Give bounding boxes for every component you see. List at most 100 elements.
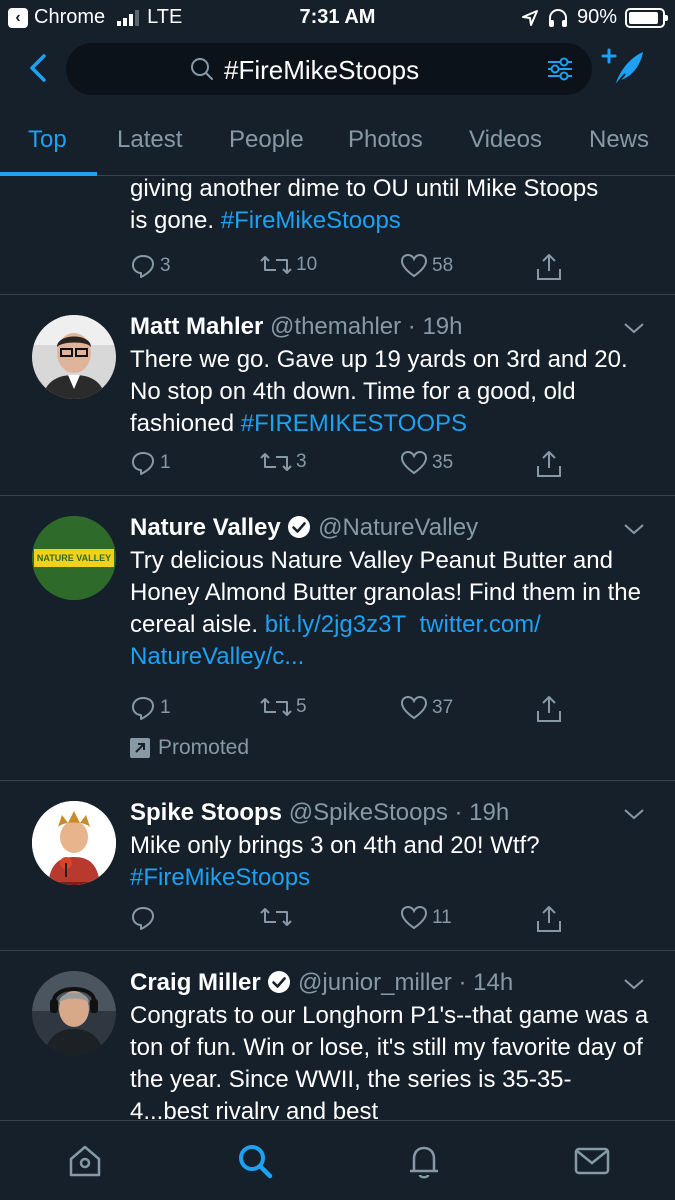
reply-icon — [132, 907, 154, 930]
back-arrow-icon[interactable] — [22, 50, 58, 86]
tweet-header: Matt Mahler @themahler · 19h — [130, 313, 463, 340]
hashtag-link[interactable]: #FireMikeStoops — [130, 864, 310, 891]
messages-envelope-icon[interactable] — [572, 1141, 612, 1181]
tweet-card[interactable]: Spike Stoops @SpikeStoops · 19h Mike onl… — [0, 781, 675, 951]
search-header: #FireMikeStoops — [0, 40, 675, 100]
tweet-text-content: Mike only brings 3 on 4th and 20! Wtf? — [130, 832, 540, 859]
tweet-timestamp: 14h — [473, 969, 514, 996]
active-tab-indicator — [0, 172, 97, 176]
share-button[interactable] — [536, 905, 562, 933]
tweet-timestamp: 19h — [469, 799, 510, 826]
retweet-button[interactable]: 10 — [260, 253, 317, 277]
display-name[interactable]: Matt Mahler — [130, 313, 263, 340]
tweet-actions: 1 5 37 — [130, 695, 590, 725]
tweet-card[interactable]: Matt Mahler @themahler · 19h There we go… — [0, 295, 675, 496]
retweet-button[interactable]: 5 — [260, 695, 307, 719]
like-count: 58 — [432, 255, 454, 276]
tweet-text-content: Congrats to our Longhorn P1's--that game… — [130, 1002, 649, 1120]
battery-percent: 90% — [576, 6, 617, 28]
chevron-down-icon[interactable] — [623, 807, 645, 821]
avatar[interactable] — [32, 971, 116, 1055]
notifications-bell-icon[interactable] — [404, 1141, 444, 1181]
reply-icon — [132, 452, 154, 475]
filter-settings-icon[interactable] — [546, 56, 574, 82]
like-button[interactable]: 11 — [400, 905, 452, 931]
share-icon — [537, 451, 561, 477]
user-handle[interactable]: @NatureValley — [318, 514, 478, 541]
reply-button[interactable]: 1 — [130, 695, 171, 721]
nature-valley-logo: NATURE VALLEY — [36, 553, 112, 563]
tweet-feed[interactable]: giving another dime to OU until Mike Sto… — [0, 177, 675, 1120]
retweet-button[interactable]: 3 — [260, 450, 307, 474]
tweet-text: Congrats to our Longhorn P1's--that game… — [130, 1000, 650, 1120]
reply-icon — [132, 255, 154, 278]
home-icon[interactable] — [65, 1141, 105, 1181]
tweet-text: Mike only brings 3 on 4th and 20! Wtf? #F… — [130, 830, 650, 894]
search-tabs: Top Latest People Photos Videos News — [0, 110, 675, 176]
hashtag-link[interactable]: #FIREMIKESTOOPS — [241, 410, 467, 437]
retweet-icon — [260, 453, 292, 471]
display-name[interactable]: Nature Valley — [130, 514, 281, 541]
avatar[interactable]: NATURE VALLEY — [32, 516, 116, 600]
share-icon — [537, 696, 561, 722]
heart-icon — [400, 253, 428, 278]
twitter-link[interactable]: twitter.com/ — [419, 611, 540, 638]
user-handle[interactable]: @themahler — [270, 313, 401, 340]
status-bar: ‹ Chrome LTE 7:31 AM 90% — [0, 0, 675, 36]
tweet-card[interactable]: giving another dime to OU until Mike Sto… — [0, 177, 675, 295]
twitter-link-continued[interactable]: NatureValley/c... — [130, 643, 304, 670]
reply-button[interactable]: 1 — [130, 450, 171, 476]
verified-badge-icon — [288, 516, 311, 538]
retweet-icon — [260, 256, 292, 274]
tweet-card[interactable]: Craig Miller @junior_miller · 14h Congra… — [0, 951, 675, 1120]
tweet-text: There we go. Gave up 19 yards on 3rd and… — [130, 344, 650, 440]
tweet-text: giving another dime to OU until Mike Sto… — [130, 177, 650, 237]
tab-top[interactable]: Top — [28, 126, 67, 154]
tweet-actions: 1 3 35 — [130, 450, 590, 480]
search-input[interactable]: #FireMikeStoops — [66, 43, 592, 95]
chevron-down-icon[interactable] — [623, 977, 645, 991]
retweet-count: 3 — [296, 451, 307, 472]
avatar-image — [32, 801, 116, 885]
user-handle[interactable]: @SpikeStoops — [289, 799, 448, 826]
tab-latest[interactable]: Latest — [117, 126, 182, 154]
tweet-text-line: giving another dime to OU until Mike Sto… — [130, 177, 599, 202]
tab-people[interactable]: People — [229, 126, 304, 154]
retweet-icon — [260, 698, 292, 716]
tweet-card[interactable]: NATURE VALLEY Nature Valley @NatureValle… — [0, 496, 675, 781]
chevron-down-icon[interactable] — [623, 321, 645, 335]
retweet-icon — [260, 908, 292, 926]
share-button[interactable] — [536, 450, 562, 478]
user-handle[interactable]: @junior_miller — [298, 969, 452, 996]
promoted-label: Promoted — [130, 736, 249, 760]
search-icon — [191, 58, 213, 80]
search-tab-icon[interactable] — [235, 1141, 275, 1181]
short-link[interactable]: bit.ly/2jg3z3T — [265, 611, 406, 638]
hashtag-link[interactable]: #FireMikeStoops — [221, 207, 401, 234]
reply-count: 1 — [160, 452, 171, 473]
avatar[interactable] — [32, 801, 116, 885]
share-icon — [537, 906, 561, 932]
reply-button[interactable]: 3 — [130, 253, 171, 279]
search-query: #FireMikeStoops — [224, 55, 420, 85]
share-button[interactable] — [536, 253, 562, 281]
like-button[interactable]: 35 — [400, 450, 453, 476]
like-button[interactable]: 37 — [400, 695, 453, 721]
share-button[interactable] — [536, 695, 562, 723]
tab-videos[interactable]: Videos — [469, 126, 542, 154]
tweet-header: Craig Miller @junior_miller · 14h — [130, 969, 514, 996]
display-name[interactable]: Craig Miller — [130, 969, 261, 996]
display-name[interactable]: Spike Stoops — [130, 799, 282, 826]
like-count: 35 — [432, 452, 454, 473]
reply-count: 3 — [160, 255, 171, 276]
chevron-down-icon[interactable] — [623, 522, 645, 536]
like-button[interactable]: 58 — [400, 253, 453, 279]
retweet-button[interactable] — [260, 905, 292, 929]
compose-tweet-icon[interactable] — [601, 46, 647, 92]
avatar[interactable] — [32, 315, 116, 399]
headphones-icon — [548, 8, 567, 27]
tweet-actions: 11 — [130, 905, 590, 935]
tab-news[interactable]: News — [589, 126, 649, 154]
reply-button[interactable] — [130, 905, 156, 931]
tab-photos[interactable]: Photos — [348, 126, 423, 154]
